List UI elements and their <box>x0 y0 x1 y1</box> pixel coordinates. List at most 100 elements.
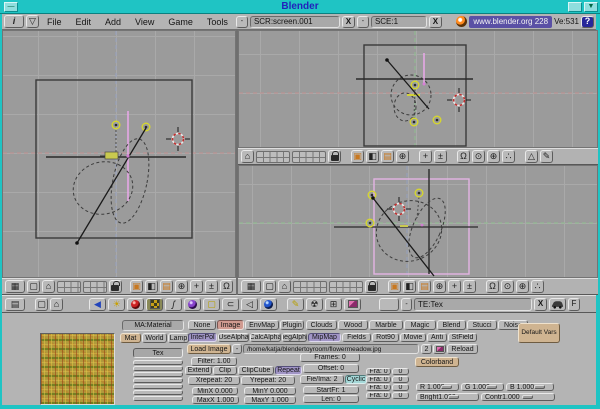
sound-buttons-button[interactable]: ◁ <box>241 298 258 311</box>
rotate-view-button[interactable]: Ω <box>220 280 233 293</box>
xrepeat-value[interactable]: Xrepeat: 20 <box>188 376 240 385</box>
help-button[interactable]: ? <box>581 16 594 28</box>
stfield-toggle[interactable]: StField <box>448 333 477 342</box>
lamp-object[interactable] <box>410 118 418 126</box>
yrepeat-value[interactable]: Yrepeat: 20 <box>241 376 295 385</box>
drawmode-shaded-button[interactable]: ◧ <box>366 150 379 163</box>
fields-toggle[interactable]: Fields <box>342 333 371 342</box>
menu-view[interactable]: View <box>129 17 160 27</box>
scale-button[interactable]: ± <box>434 150 447 163</box>
lock-button[interactable] <box>109 280 122 293</box>
load-image-button[interactable]: Load Image <box>187 344 231 354</box>
fullscreen-button[interactable]: ▢ <box>27 280 40 293</box>
rot90-toggle[interactable]: Rot90 <box>372 333 399 342</box>
image-select-button[interactable] <box>344 298 361 311</box>
menu-tools[interactable]: Tools <box>201 17 234 27</box>
layer-buttons[interactable] <box>57 281 81 293</box>
script-buttons-button[interactable]: ⊞ <box>325 298 342 311</box>
texture-name-field[interactable]: TE:Tex <box>414 298 532 311</box>
grease-pencil-button[interactable]: ✎ <box>540 150 553 163</box>
camera-object[interactable] <box>371 196 434 276</box>
texture-slot[interactable] <box>133 366 183 371</box>
material-name-field[interactable]: MA:Material <box>122 320 184 331</box>
cyclic-toggle[interactable]: Cyclic <box>345 375 367 384</box>
texture-delete-button[interactable]: X <box>534 298 547 311</box>
lamp-object[interactable] <box>415 189 423 197</box>
rotate-view-button[interactable]: Ω <box>486 280 499 293</box>
len-value[interactable]: Len: 0 <box>303 395 359 403</box>
fra-value[interactable]: Fra: 0 <box>366 368 391 375</box>
slider-g-knob[interactable] <box>486 385 497 389</box>
menu-edit[interactable]: Edit <box>70 17 98 27</box>
home-button[interactable]: ⌂ <box>278 280 291 293</box>
menu-game[interactable]: Game <box>162 17 199 27</box>
slider-g[interactable]: G 1.000 <box>461 383 504 391</box>
maxx-value[interactable]: MaxX 1.000 <box>192 396 239 404</box>
drawmode-wire-button[interactable]: ⊕ <box>396 150 409 163</box>
miny-value[interactable]: MinY 0.000 <box>244 387 296 395</box>
drawmode-wire-button[interactable]: ⊕ <box>175 280 188 293</box>
fieima-value[interactable]: Fie/Ima: 2 <box>300 375 344 384</box>
viewport-top[interactable]: y x <box>238 30 598 148</box>
usealpha-toggle[interactable]: UseAlpha <box>218 333 249 342</box>
screen-delete-button[interactable]: X <box>342 16 355 28</box>
textype-wood-button[interactable]: Wood <box>338 320 368 330</box>
scene-browse-button[interactable]: - <box>357 16 369 28</box>
minx-value[interactable]: MinX 0.000 <box>192 387 238 395</box>
scale-button[interactable]: ± <box>205 280 218 293</box>
fra-value[interactable]: Fra: 0 <box>366 392 391 399</box>
clipcube-button[interactable]: ClipCube <box>238 366 274 375</box>
lattice-selected[interactable] <box>423 53 426 86</box>
translate-button[interactable]: + <box>190 280 203 293</box>
mipmap-toggle[interactable]: MipMap <box>308 333 341 342</box>
rotate-obj-button[interactable]: ⊙ <box>501 280 514 293</box>
textype-plugin-button[interactable]: Plugin <box>280 320 304 330</box>
viewport-side[interactable]: z y <box>238 165 598 278</box>
slider-contr-knob[interactable] <box>522 395 533 399</box>
textype-marble-button[interactable]: Marble <box>369 320 403 330</box>
texture-slot[interactable] <box>133 396 183 401</box>
drawmode-shaded-button[interactable]: ◧ <box>145 280 158 293</box>
texture-slot[interactable] <box>133 360 183 365</box>
textype-blend-button[interactable]: Blend <box>437 320 466 330</box>
slider-b[interactable]: B 1.000 <box>506 383 554 391</box>
lamp-buttons-button[interactable]: ☀ <box>108 298 125 311</box>
slider-contr[interactable]: Contr1.000 <box>481 393 555 401</box>
material-buttons-button[interactable] <box>127 298 144 311</box>
image-pack-button[interactable] <box>433 344 446 354</box>
autoname-button[interactable] <box>549 298 566 311</box>
textype-image-button[interactable]: Image <box>217 320 244 330</box>
view-buttons-button[interactable]: ◀ <box>89 298 106 311</box>
lock-button[interactable] <box>365 280 378 293</box>
layer-buttons[interactable] <box>293 281 327 293</box>
scale-button[interactable]: ± <box>463 280 476 293</box>
fra-offset-value[interactable]: 0 <box>392 376 409 383</box>
layer-buttons[interactable] <box>256 151 290 163</box>
startfr-value[interactable]: StartFr: 1 <box>303 386 359 394</box>
translate-button[interactable]: + <box>419 150 432 163</box>
fra-offset-value[interactable]: 0 <box>392 392 409 399</box>
menu-add[interactable]: Add <box>99 17 127 27</box>
drawmode-tex-button[interactable]: ▤ <box>381 150 394 163</box>
fra-value[interactable]: Fra: 0 <box>366 376 391 383</box>
textype-clouds-button[interactable]: Clouds <box>306 320 337 330</box>
home-button[interactable]: ⌂ <box>50 298 63 311</box>
proportional-button[interactable]: △ <box>525 150 538 163</box>
scene-buttons-button[interactable] <box>260 298 277 311</box>
textype-none-button[interactable]: None <box>188 320 216 330</box>
radiosity-buttons-button[interactable]: ☢ <box>306 298 323 311</box>
screen-browse-button[interactable]: - <box>236 16 248 28</box>
texture-buttons-button[interactable] <box>146 298 163 311</box>
drawmode-solid-button[interactable]: ▣ <box>351 150 364 163</box>
calcalpha-toggle[interactable]: CalcAlpha <box>250 333 281 342</box>
fullscreen-button[interactable]: ▢ <box>35 298 48 311</box>
home-button[interactable]: ⌂ <box>42 280 55 293</box>
slider-b-knob[interactable] <box>534 385 545 389</box>
armature-object[interactable] <box>400 224 424 227</box>
fra-offset-value[interactable]: 0 <box>392 384 409 391</box>
window-type-button[interactable]: ▦ <box>241 280 261 293</box>
texture-slot[interactable] <box>133 384 183 389</box>
fullscreen-button[interactable]: ▢ <box>263 280 276 293</box>
pivot-button[interactable]: ⊕ <box>516 280 529 293</box>
context-world-button[interactable]: World <box>142 333 167 343</box>
